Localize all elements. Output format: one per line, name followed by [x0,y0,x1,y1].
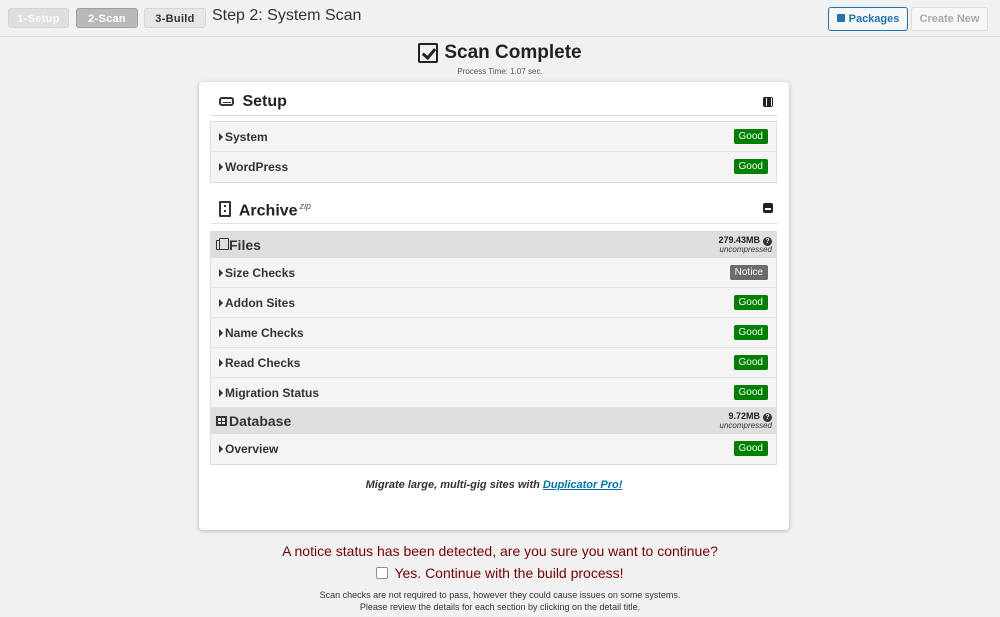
database-row-overview[interactable]: Overview Good [211,434,776,464]
row-label: Name Checks [225,326,304,340]
files-size: 279.43MB? uncompressed [718,235,772,254]
toggle-archive-icon[interactable] [763,203,773,213]
setup-section-header[interactable]: Setup [211,86,777,116]
create-new-button[interactable]: Create New [911,7,988,31]
files-row-addon-sites[interactable]: Addon Sites Good [211,288,776,318]
setup-row-wordpress[interactable]: WordPress Good [211,152,776,182]
notice-message: A notice status has been detected, are y… [282,543,718,559]
duplicator-pro-link[interactable]: Duplicator Pro! [543,479,622,491]
archive-section-header[interactable]: Archive zip [211,194,777,224]
hard-drive-icon [219,97,234,107]
caret-right-icon [219,133,223,141]
database-title: Database [229,413,292,429]
scan-header: Scan Complete Process Time: 1.07 sec. [0,42,1000,76]
caret-right-icon [219,359,223,367]
files-row-read-checks[interactable]: Read Checks Good [211,348,776,378]
caret-right-icon [219,269,223,277]
setup-title-text: Setup [242,93,287,110]
setup-row-system[interactable]: System Good [211,122,776,152]
packages-icon [836,14,845,22]
status-badge: Good [733,325,768,340]
status-badge: Good [733,385,768,400]
setup-title: Setup [219,93,287,111]
caret-right-icon [219,299,223,307]
status-badge: Good [733,129,768,144]
zip-file-icon [219,201,231,218]
files-size-note: uncompressed [719,245,772,254]
database-group-header: Database 9.72MB? uncompressed [211,408,776,434]
archive-title-text: Archive [238,202,298,220]
caret-right-icon [219,445,223,453]
row-label: WordPress [225,160,289,174]
database-size: 9.72MB? uncompressed [720,411,772,430]
files-title: Files [229,237,261,253]
caret-right-icon [219,329,223,337]
status-badge: Good [733,295,768,310]
row-label: Read Checks [225,356,301,370]
process-time: Process Time: 1.07 sec. [457,67,543,76]
continue-label[interactable]: Yes. Continue with the build process! [394,565,623,581]
status-badge: Good [733,355,768,370]
status-badge: Good [733,159,768,174]
archive-format: zip [299,201,312,211]
scan-title-text: Scan Complete [444,42,582,63]
files-row-size-checks[interactable]: Size Checks Notice [211,258,776,288]
status-badge: Good [733,441,768,456]
packages-button[interactable]: Packages [828,7,908,31]
check-square-icon [418,43,439,63]
archive-box: Files 279.43MB? uncompressed Size Checks… [210,231,777,465]
packages-label: Packages [848,13,900,25]
caret-right-icon [219,163,223,171]
files-size-value: 279.43MB [718,235,760,245]
promo-message: Migrate large, multi-gig sites with [365,479,540,491]
row-label: Size Checks [225,266,296,280]
scan-note-line-2: Please review the details for each secti… [359,602,641,612]
confirm-continue[interactable]: Yes. Continue with the build process! [0,565,1000,581]
files-group-header: Files 279.43MB? uncompressed [211,232,776,258]
row-label: System [225,130,268,144]
database-size-note: uncompressed [719,421,772,430]
row-label: Migration Status [225,386,320,400]
top-bar: 1-Setup 2-Scan 3-Build Step 2: System Sc… [0,0,1000,37]
toggle-setup-icon[interactable] [763,97,773,107]
step-build-button[interactable]: 3-Build [144,8,206,28]
scan-note-line-1: Scan checks are not required to pass, ho… [319,590,681,600]
promo-text: Migrate large, multi-gig sites with Dupl… [199,479,789,491]
row-label: Addon Sites [225,296,296,310]
row-label: Overview [225,442,279,456]
page-title: Step 2: System Scan [212,7,362,24]
files-row-migration-status[interactable]: Migration Status Good [211,378,776,408]
setup-box: System Good WordPress Good [210,121,777,183]
table-icon [216,416,227,426]
database-size-value: 9.72MB [728,411,760,421]
files-icon [216,238,229,250]
scan-title: Scan Complete [418,42,582,64]
step-setup-button[interactable]: 1-Setup [8,8,69,28]
scan-note: Scan checks are not required to pass, ho… [0,589,1000,613]
archive-title: Archive zip [219,201,311,220]
files-row-name-checks[interactable]: Name Checks Good [211,318,776,348]
caret-right-icon [219,389,223,397]
scan-panel: Setup System Good WordPress Good Archive… [199,82,789,530]
status-badge: Notice [729,265,768,280]
step-scan-button[interactable]: 2-Scan [76,8,138,28]
continue-checkbox[interactable] [376,567,389,579]
